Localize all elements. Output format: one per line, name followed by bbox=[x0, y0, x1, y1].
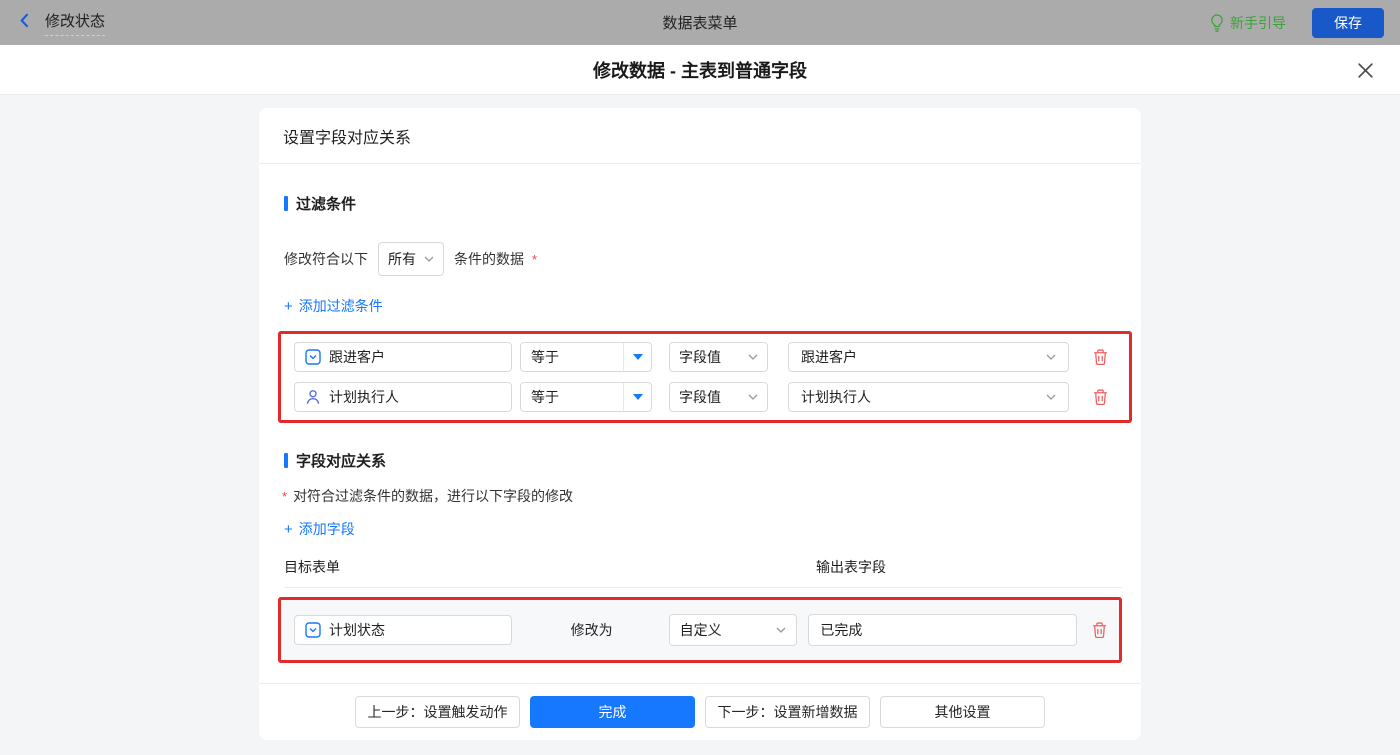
chevron-down-icon bbox=[748, 354, 758, 360]
plus-icon: + bbox=[284, 520, 293, 538]
custom-value-input[interactable] bbox=[808, 614, 1077, 646]
chevron-down-icon bbox=[424, 256, 434, 262]
flow-name-editable[interactable]: 修改状态 bbox=[45, 10, 106, 36]
trash-icon bbox=[1092, 622, 1107, 638]
column-divider bbox=[284, 587, 1122, 588]
plus-icon: + bbox=[284, 297, 293, 315]
delete-row-button[interactable] bbox=[1093, 389, 1108, 405]
settings-card: 设置字段对应关系 过滤条件 修改符合以下 所有 条件的数据 * + 添加过滤条件… bbox=[259, 108, 1141, 740]
done-button[interactable]: 完成 bbox=[530, 696, 695, 728]
filter-row: 计划执行人 等于 字段值 计划执行人 bbox=[294, 382, 1117, 412]
operator-select[interactable]: 等于 bbox=[520, 382, 652, 412]
topbar-right: 新手引导 保存 bbox=[1210, 7, 1384, 38]
add-field-link[interactable]: + 添加字段 bbox=[284, 519, 355, 539]
match-mode-select[interactable]: 所有 bbox=[378, 242, 444, 276]
other-settings-button[interactable]: 其他设置 bbox=[880, 696, 1045, 728]
chevron-down-icon bbox=[1046, 394, 1056, 400]
delete-row-button[interactable] bbox=[1092, 622, 1107, 638]
guide-label: 新手引导 bbox=[1230, 14, 1286, 31]
card-content: 过滤条件 修改符合以下 所有 条件的数据 * + 添加过滤条件 跟进客户 等于 … bbox=[259, 164, 1141, 683]
modify-mode-select[interactable]: 自定义 bbox=[668, 614, 798, 646]
dialog-header: 修改数据 - 主表到普通字段 bbox=[0, 45, 1400, 95]
add-filter-condition-link[interactable]: + 添加过滤条件 bbox=[284, 296, 383, 316]
delete-row-button[interactable] bbox=[1093, 349, 1108, 365]
required-asterisk: * bbox=[282, 488, 288, 504]
trash-icon bbox=[1093, 349, 1108, 365]
required-asterisk: * bbox=[532, 251, 538, 267]
chevron-left-icon bbox=[16, 12, 33, 34]
caret-down-icon bbox=[624, 343, 651, 371]
topbar: 修改状态 数据表菜单 新手引导 保存 bbox=[0, 0, 1400, 45]
mapping-description: * 对符合过滤条件的数据，进行以下字段的修改 bbox=[282, 488, 574, 504]
save-button[interactable]: 保存 bbox=[1312, 7, 1384, 38]
dialog-body: 设置字段对应关系 过滤条件 修改符合以下 所有 条件的数据 * + 添加过滤条件… bbox=[0, 95, 1400, 755]
filter-value-select[interactable]: 计划执行人 bbox=[788, 382, 1069, 412]
mapping-column-headers: 目标表单 输出表字段 bbox=[284, 557, 1141, 577]
value-type-select[interactable]: 字段值 bbox=[669, 342, 768, 372]
lightbulb-icon bbox=[1210, 13, 1224, 32]
match-suffix-label: 条件的数据 bbox=[454, 251, 524, 267]
chevron-down-icon bbox=[1046, 354, 1056, 360]
section-bar bbox=[284, 196, 288, 211]
dialog-title: 修改数据 - 主表到普通字段 bbox=[593, 60, 807, 81]
filter-field-select[interactable]: 计划执行人 bbox=[294, 382, 512, 412]
topbar-title: 数据表菜单 bbox=[662, 15, 738, 32]
next-step-button[interactable]: 下一步：设置新增数据 bbox=[705, 696, 870, 728]
section-bar bbox=[284, 453, 288, 468]
prev-step-button[interactable]: 上一步：设置触发动作 bbox=[355, 696, 520, 728]
target-field-select[interactable]: 计划状态 bbox=[294, 615, 512, 645]
topbar-left: 修改状态 bbox=[16, 10, 106, 36]
chevron-down-icon bbox=[748, 394, 758, 400]
filter-value-select[interactable]: 跟进客户 bbox=[788, 342, 1069, 372]
card-footer: 上一步：设置触发动作 完成 下一步：设置新增数据 其他设置 bbox=[259, 683, 1141, 740]
target-form-column-label: 目标表单 bbox=[284, 559, 340, 575]
user-field-icon bbox=[305, 389, 321, 405]
close-icon[interactable] bbox=[1357, 62, 1374, 79]
filter-row: 跟进客户 等于 字段值 跟进客户 bbox=[294, 342, 1117, 372]
value-type-select[interactable]: 字段值 bbox=[669, 382, 768, 412]
operator-select[interactable]: 等于 bbox=[520, 342, 652, 372]
chevron-down-icon bbox=[776, 627, 786, 633]
caret-down-icon bbox=[624, 383, 651, 411]
select-field-icon bbox=[305, 622, 321, 638]
card-title: 设置字段对应关系 bbox=[259, 108, 1141, 164]
output-field-column-label: 输出表字段 bbox=[816, 559, 886, 575]
match-condition-row: 修改符合以下 所有 条件的数据 * bbox=[284, 242, 1141, 276]
filter-field-select[interactable]: 跟进客户 bbox=[294, 342, 512, 372]
modify-to-label: 修改为 bbox=[570, 622, 613, 638]
match-prefix-label: 修改符合以下 bbox=[284, 251, 368, 267]
filter-section-title: 过滤条件 bbox=[284, 193, 1141, 214]
filter-rows-highlight: 跟进客户 等于 字段值 跟进客户 计划执行人 等于 字段值 计划执行人 bbox=[278, 331, 1132, 423]
back-button[interactable] bbox=[16, 12, 33, 34]
beginner-guide-link[interactable]: 新手引导 bbox=[1210, 13, 1286, 33]
mapping-section-title: 字段对应关系 bbox=[284, 450, 1141, 471]
trash-icon bbox=[1093, 389, 1108, 405]
mapping-row-highlight: 计划状态 修改为 自定义 bbox=[278, 597, 1122, 663]
select-field-icon bbox=[305, 349, 321, 365]
